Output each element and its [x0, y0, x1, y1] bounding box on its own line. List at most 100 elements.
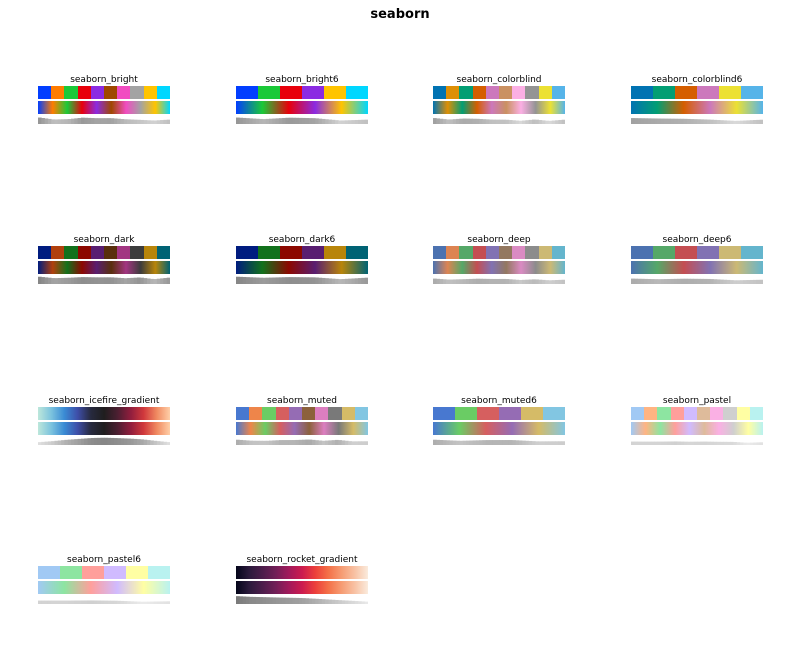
gradient-strip [236, 566, 368, 579]
luminance-bar [442, 279, 447, 284]
luminance-bar [123, 438, 128, 445]
luminance-bar [117, 118, 121, 124]
luminance-bar [746, 120, 751, 124]
luminance-strip [236, 439, 368, 445]
luminance-bar [249, 118, 253, 124]
luminance-bar [104, 600, 108, 604]
luminance-bar [485, 119, 490, 124]
luminance-strip [433, 278, 565, 284]
luminance-bar [44, 441, 49, 445]
luminance-bar [644, 441, 648, 445]
color-swatch [77, 86, 91, 99]
luminance-bar [245, 118, 250, 124]
luminance-bar [84, 438, 88, 445]
interpolated-strip [631, 101, 763, 114]
luminance-bar [690, 119, 695, 124]
luminance-bar [495, 278, 500, 284]
palette-seaborn-bright6: seaborn_bright6 [236, 74, 368, 124]
luminance-bar [541, 441, 546, 445]
luminance-strip [38, 276, 170, 284]
luminance-bar [61, 277, 65, 284]
luminance-bar [710, 119, 714, 124]
luminance-bar [756, 279, 761, 284]
luminance-bar [318, 599, 323, 604]
luminance-bar [505, 119, 510, 124]
color-swatch [262, 407, 276, 420]
luminance-bar [166, 277, 170, 284]
luminance-bar [51, 600, 55, 604]
color-swatch [346, 246, 368, 259]
color-swatch [433, 246, 447, 259]
luminance-bar [311, 277, 316, 284]
luminance-bar [110, 277, 115, 284]
luminance-bar [325, 119, 329, 124]
color-swatch [675, 246, 697, 259]
luminance-bar [67, 439, 72, 445]
luminance-bar [143, 120, 148, 124]
luminance-bar [723, 279, 728, 284]
luminance-strip [236, 276, 368, 284]
luminance-bar [538, 279, 543, 284]
luminance-bar [730, 120, 734, 124]
luminance-bar [100, 437, 105, 445]
luminance-bar [364, 277, 368, 284]
luminance-bar [338, 600, 342, 604]
swatch-strip [631, 86, 763, 99]
luminance-bar [61, 119, 65, 124]
luminance-bar [535, 279, 539, 284]
luminance-bar [285, 440, 290, 445]
luminance-bar [104, 277, 108, 284]
luminance-bar [331, 278, 336, 284]
luminance-bar [716, 441, 721, 445]
luminance-bar [305, 277, 309, 284]
luminance-bar [361, 119, 366, 124]
color-swatch [736, 407, 750, 420]
luminance-bar [673, 118, 678, 124]
interpolated-strip [38, 422, 170, 435]
luminance-bar [242, 596, 247, 604]
swatch-strip [433, 246, 565, 259]
luminance-bar [335, 278, 339, 284]
luminance-bar [107, 277, 111, 284]
luminance-strip [433, 118, 565, 124]
luminance-bar [160, 441, 164, 445]
color-swatch [82, 566, 104, 579]
luminance-bar [364, 601, 368, 604]
luminance-bar [348, 600, 352, 604]
luminance-bar [700, 278, 704, 284]
luminance-bar [160, 120, 164, 124]
luminance-bar [80, 277, 85, 284]
luminance-bar [739, 120, 744, 124]
luminance-bar [113, 600, 118, 604]
luminance-bar [495, 440, 500, 445]
luminance-bar [302, 277, 306, 284]
luminance-bar [650, 279, 655, 284]
luminance-bar [57, 119, 62, 124]
luminance-bar [535, 119, 539, 124]
luminance-bar [44, 118, 49, 124]
luminance-bar [153, 601, 158, 604]
luminance-bar [249, 596, 253, 604]
luminance-bar [41, 277, 45, 284]
luminance-bar [525, 120, 530, 124]
luminance-bar [160, 278, 164, 284]
luminance-bar [522, 279, 526, 284]
luminance-bar [328, 119, 333, 124]
luminance-bar [532, 441, 536, 445]
luminance-bar [87, 117, 92, 124]
luminance-bar [255, 596, 260, 604]
luminance-bar [697, 278, 701, 284]
luminance-bar [753, 120, 757, 124]
luminance-bar [133, 601, 138, 604]
luminance-bar [321, 599, 326, 604]
luminance-bar [123, 278, 128, 284]
luminance-bar [315, 598, 319, 604]
luminance-bar [466, 279, 470, 284]
luminance-bar [44, 600, 49, 604]
luminance-bar [492, 278, 497, 284]
color-swatch [631, 86, 653, 99]
color-swatch [258, 246, 280, 259]
luminance-bar [325, 278, 329, 284]
color-swatch [551, 86, 565, 99]
swatch-strip [38, 86, 170, 99]
